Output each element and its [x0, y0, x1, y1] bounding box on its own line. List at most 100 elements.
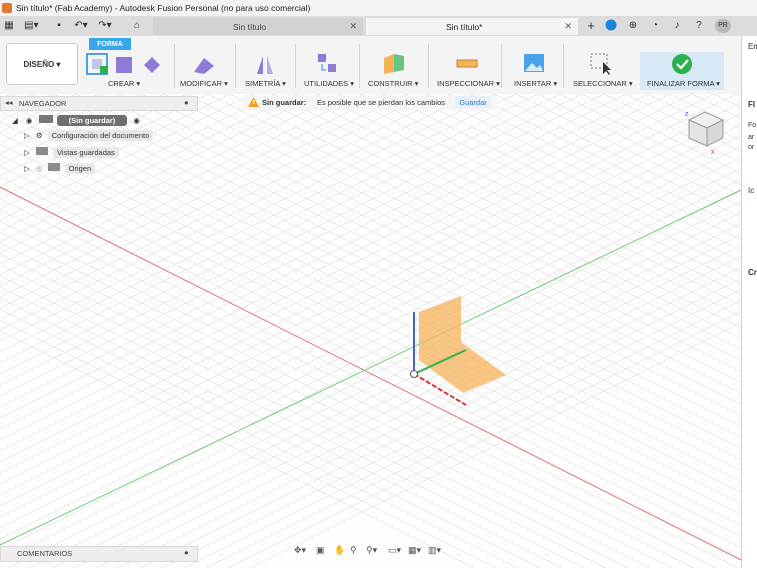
- utilidades-menu[interactable]: UTILIDADES ▾: [304, 79, 354, 88]
- fusion-app-icon: [2, 3, 12, 13]
- expand-arrow-icon[interactable]: ▷: [24, 164, 30, 173]
- redo-icon[interactable]: ↷▾: [98, 19, 112, 33]
- tab-sin-titulo-active[interactable]: Sin título* ✕: [366, 18, 578, 35]
- pan-hand-icon[interactable]: ✋: [334, 545, 345, 556]
- panel-text: Ic: [748, 186, 755, 195]
- save-icon[interactable]: ▪: [52, 19, 66, 33]
- tab-sin-titulo-inactive[interactable]: Sin título ✕: [153, 18, 363, 35]
- svg-text:z: z: [685, 111, 689, 118]
- comments-bar[interactable]: COMENTARIOS ●: [0, 546, 198, 562]
- modificar-menu[interactable]: MODIFICAR ▾: [180, 79, 228, 88]
- hidden-eye-icon[interactable]: ◎: [36, 164, 43, 173]
- select-box-icon[interactable]: [590, 53, 612, 75]
- group-divider: [563, 44, 564, 88]
- warning-icon: [248, 97, 259, 107]
- tab-label: Sin título: [233, 21, 267, 32]
- file-menu-icon[interactable]: ▤▾: [24, 19, 38, 33]
- panel-heading: Cr: [748, 268, 757, 277]
- construct-plane-icon[interactable]: [382, 52, 406, 76]
- simetria-menu[interactable]: SIMETRÍA ▾: [245, 79, 286, 88]
- checkmark-icon: [672, 54, 692, 74]
- navigator-item-label: Configuración del documento: [47, 130, 154, 141]
- grid-settings-icon[interactable]: ▦▾: [408, 545, 421, 556]
- apps-grid-icon[interactable]: ▦: [2, 19, 16, 33]
- view-cube[interactable]: z x: [683, 102, 729, 154]
- display-settings-icon[interactable]: ▭▾: [388, 545, 401, 556]
- component-icon: [38, 115, 53, 123]
- group-divider: [235, 44, 236, 88]
- svg-text:x: x: [711, 149, 715, 154]
- modify-icon[interactable]: [192, 54, 216, 76]
- navigation-toolbar: ✥▾ ▣ ✋ ⚲ ⚲▾ ▭▾ ▦▾ ▥▾: [290, 545, 450, 559]
- zoom-window-icon[interactable]: ⚲▾: [366, 545, 377, 556]
- chevron-down-icon: ▾: [54, 59, 61, 69]
- navigator-title: NAVEGADOR: [19, 99, 67, 108]
- visibility-eye-icon[interactable]: ◉: [26, 116, 33, 125]
- inspeccionar-menu[interactable]: INSPECCIONAR ▾: [437, 79, 500, 88]
- panel-text: ar: [748, 134, 755, 141]
- workspace-label: DISEÑO: [23, 59, 55, 69]
- collapse-panel-icon[interactable]: ◂◂: [5, 98, 13, 107]
- gear-icon: ⚙: [35, 131, 43, 140]
- active-component-radio-icon[interactable]: ◉: [133, 116, 140, 125]
- warning-message: Es posible que se pierdan los cambios: [317, 98, 445, 107]
- navigator-item[interactable]: ▷ ◎ Origen: [24, 163, 96, 174]
- help-icon[interactable]: ?: [692, 19, 706, 33]
- construir-menu[interactable]: CONSTRUIR ▾: [368, 79, 418, 88]
- tab-forma[interactable]: FORMA: [89, 38, 131, 50]
- notification-icon[interactable]: [604, 19, 618, 33]
- save-button[interactable]: Guardar: [455, 96, 491, 108]
- panel-heading: Fl: [748, 100, 756, 109]
- navigator-header: ◂◂ NAVEGADOR ●: [0, 96, 198, 111]
- comments-label: COMENTARIOS: [17, 549, 73, 558]
- navigator-item[interactable]: ▷ ⚙ Configuración del documento: [24, 130, 154, 141]
- group-divider: [501, 44, 502, 88]
- insertar-menu[interactable]: INSERTAR ▾: [514, 79, 557, 88]
- crear-menu[interactable]: CREAR ▾: [108, 79, 140, 88]
- home-icon[interactable]: ⌂: [130, 19, 144, 33]
- comments-pin-icon[interactable]: ●: [184, 548, 189, 557]
- insert-image-icon[interactable]: [523, 53, 545, 75]
- tab-label-active: Sin título*: [446, 21, 483, 32]
- panel-text: Em: [748, 42, 757, 51]
- job-status-icon[interactable]: ◔: [648, 19, 662, 33]
- new-tab-icon[interactable]: +: [584, 19, 598, 33]
- origin-point: [410, 370, 418, 378]
- group-divider: [428, 44, 429, 88]
- bell-icon[interactable]: ♪: [670, 19, 684, 33]
- expand-arrow-icon[interactable]: ▷: [24, 148, 30, 157]
- globe-icon[interactable]: ⊕: [626, 19, 640, 33]
- document-tab-bar: ▦ ▤▾ ▪ ↶▾ ↷▾ ⌂ Sin título ✕ Sin título* …: [0, 16, 757, 36]
- ribbon-toolbar: DISEÑO ▾ FORMA CREAR ▾ MODIFICAR ▾ SIMET…: [0, 36, 741, 95]
- group-divider: [174, 44, 175, 88]
- panel-text: or: [748, 144, 755, 151]
- seleccionar-menu[interactable]: SELECCIONAR ▾: [573, 79, 633, 88]
- group-divider: [359, 44, 360, 88]
- workspace-switcher[interactable]: DISEÑO ▾: [6, 43, 78, 85]
- user-avatar[interactable]: PR: [715, 19, 731, 33]
- undo-icon[interactable]: ↶▾: [74, 19, 88, 33]
- viewports-icon[interactable]: ▥▾: [428, 545, 441, 556]
- right-side-panel: Pa Em Fl Fo ar or Ic Cr: [741, 36, 757, 568]
- zoom-icon[interactable]: ⚲: [350, 545, 357, 556]
- look-at-icon[interactable]: ▣: [316, 545, 325, 556]
- window-title: Sin título* (Fab Academy) - Autodesk Fus…: [16, 3, 311, 13]
- navigator-pin-icon[interactable]: ●: [184, 98, 189, 107]
- utilities-icon[interactable]: [316, 52, 338, 76]
- viewport-canvas[interactable]: z x: [0, 94, 741, 568]
- measure-icon[interactable]: [456, 56, 478, 72]
- orbit-icon[interactable]: ✥▾: [294, 545, 306, 556]
- finalizar-forma-label[interactable]: FINALIZAR FORMA ▾: [647, 79, 720, 88]
- navigator-root-row[interactable]: ◢ ◉ (Sin guardar) ◉: [12, 115, 140, 126]
- close-tab-icon[interactable]: ✕: [564, 21, 572, 32]
- navigator-item-label: Vistas guardadas: [52, 147, 119, 158]
- close-tab-icon[interactable]: ✕: [349, 21, 357, 32]
- navigator-item[interactable]: ▷ Vistas guardadas: [24, 147, 119, 158]
- navigator-root-label: (Sin guardar): [56, 115, 128, 126]
- panel-text: Fo: [748, 122, 757, 129]
- group-divider: [295, 44, 296, 88]
- crear-icons[interactable]: [86, 52, 168, 78]
- expand-arrow-icon[interactable]: ▷: [24, 131, 30, 140]
- collapse-arrow-icon[interactable]: ◢: [12, 116, 18, 125]
- symmetry-icon[interactable]: [254, 54, 276, 76]
